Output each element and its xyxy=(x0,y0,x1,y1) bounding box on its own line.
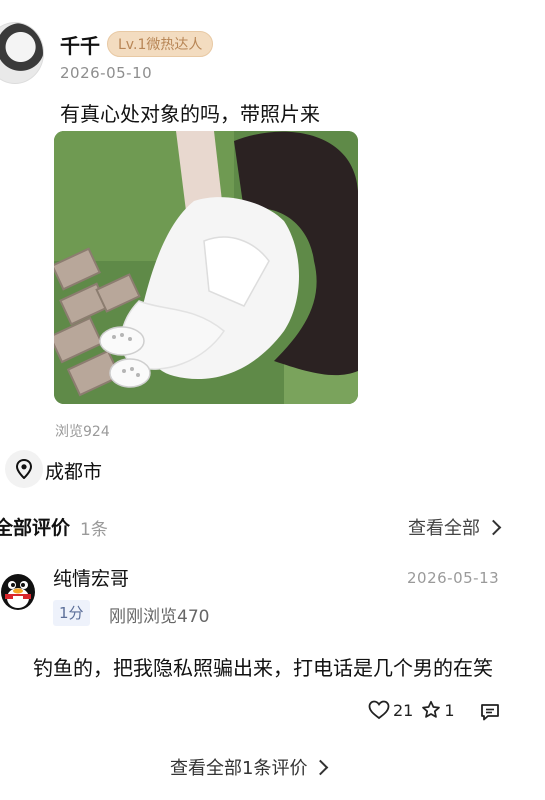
comment-date: 2026-05-13 xyxy=(407,569,500,587)
view-all-comments-label: 查看全部1条评价 xyxy=(170,758,308,779)
view-all-button[interactable]: 查看全部 xyxy=(408,514,502,540)
location-pin-icon[interactable] xyxy=(5,450,43,488)
comment-reply-icon[interactable] xyxy=(480,703,500,725)
like-count: 21 xyxy=(393,700,414,720)
post-text: 有真心处对象的吗，带照片来 xyxy=(60,102,320,126)
post-photo[interactable] xyxy=(54,131,358,404)
chevron-right-icon xyxy=(313,759,329,775)
level-badge: Lv.1微热达人 xyxy=(107,31,214,57)
view-all-label: 查看全部 xyxy=(408,518,480,539)
commenter-name[interactable]: 纯情宏哥 xyxy=(53,564,129,591)
view-all-comments-button[interactable]: 查看全部1条评价 xyxy=(170,754,329,780)
comments-count: 1条 xyxy=(80,520,108,540)
comment-actions: 21 1 xyxy=(368,700,455,720)
star-icon xyxy=(422,700,441,718)
post-views: 浏览924 xyxy=(55,424,110,440)
location-label[interactable]: 成都市 xyxy=(45,457,102,484)
score-badge: 1分 xyxy=(53,600,90,626)
star-button[interactable]: 1 xyxy=(421,700,455,720)
comment-text: 钓鱼的，把我隐私照骗出来，打电话是几个男的在笑 xyxy=(33,656,493,680)
author-name[interactable]: 千千 xyxy=(60,30,100,59)
author-avatar[interactable] xyxy=(0,22,44,84)
post-date: 2026-05-10 xyxy=(60,64,153,82)
comment-views: 刚刚浏览470 xyxy=(109,607,210,627)
qq-penguin-avatar[interactable] xyxy=(0,568,40,612)
heart-icon xyxy=(368,700,390,720)
comments-title: 全部评价 xyxy=(0,517,71,539)
photo-illustration xyxy=(54,131,358,404)
like-button[interactable]: 21 xyxy=(368,700,413,720)
star-count: 1 xyxy=(444,700,455,720)
chevron-right-icon xyxy=(485,519,502,535)
